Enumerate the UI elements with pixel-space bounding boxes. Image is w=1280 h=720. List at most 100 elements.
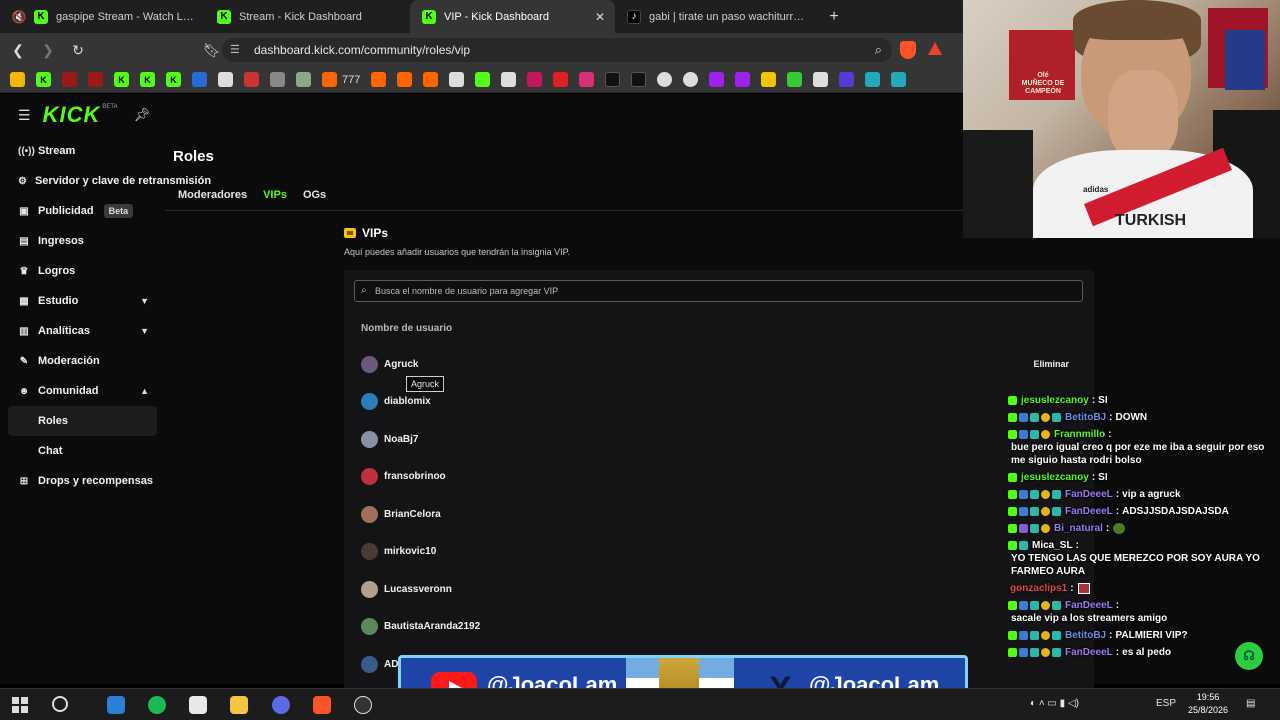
back-icon[interactable]: ❮ (6, 38, 30, 62)
url-field[interactable]: ☰ dashboard.kick.com/community/roles/vip… (222, 38, 892, 62)
username[interactable]: AD (384, 659, 398, 670)
close-tab-icon[interactable]: ✕ (595, 10, 605, 24)
bookmark-item-icon[interactable] (657, 72, 673, 87)
chat-username[interactable]: FanDeeeL (1065, 505, 1113, 518)
avatar[interactable] (361, 393, 378, 410)
file-explorer-icon[interactable] (230, 696, 248, 714)
sidebar-item-drops[interactable]: ⊞ Drops y recompensas (0, 466, 165, 496)
browser-tab-3[interactable]: ♪ gabi | tirate un paso wachiturros | Ti… (615, 0, 820, 33)
chat-username[interactable]: jesuslezcanoy (1021, 471, 1089, 484)
kick-bookmark-icon[interactable]: K (36, 72, 51, 87)
remove-button[interactable]: Eliminar (1033, 359, 1069, 369)
sidebar-item-community[interactable]: ☻ Comunidad ▲ (0, 376, 165, 406)
avatar[interactable] (361, 618, 378, 635)
sidebar-item-chat[interactable]: Chat (0, 436, 165, 466)
chat-username[interactable]: FanDeeeL (1065, 599, 1113, 612)
bookmark-item-icon[interactable] (88, 72, 103, 87)
avatar[interactable] (361, 580, 378, 598)
bookmark-item-icon[interactable] (397, 72, 413, 87)
language-indicator[interactable]: ESP (1156, 698, 1176, 709)
tab-ogs[interactable]: OGs (298, 186, 331, 204)
avatar[interactable] (361, 430, 378, 448)
browser-tab-2[interactable]: K VIP - Kick Dashboard ✕ (410, 0, 615, 33)
bookmark-item-icon[interactable] (839, 72, 855, 87)
chat-username[interactable]: Frannmillo (1054, 428, 1105, 441)
reload-icon[interactable]: ↻ (66, 38, 90, 62)
chat-username[interactable]: Bi_natural (1054, 522, 1103, 535)
avatar[interactable] (361, 355, 378, 373)
chat-username[interactable]: FanDeeeL (1065, 488, 1113, 501)
bookmark-item-icon[interactable] (423, 72, 439, 87)
bookmark-item-icon[interactable] (322, 72, 337, 87)
kick-logo[interactable]: KICK (43, 102, 101, 128)
sidebar-item-achievements[interactable]: ♛ Logros (0, 256, 165, 286)
kick-bookmark-icon[interactable]: K (166, 72, 181, 87)
username[interactable]: fransobrinoo (384, 471, 446, 482)
search-icon[interactable] (52, 696, 68, 712)
sidebar-item-income[interactable]: ▤ Ingresos (0, 226, 165, 256)
bookmark-item-icon[interactable] (527, 72, 543, 87)
sidebar-item-roles[interactable]: Roles (8, 406, 157, 436)
avatar[interactable] (361, 505, 378, 523)
capcut-icon[interactable] (189, 696, 207, 714)
sidebar-item-studio[interactable]: ▦ Estudio ▼ (0, 286, 165, 316)
site-info-icon[interactable]: ☰ (230, 43, 244, 57)
chat-username[interactable]: FanDeeeL (1065, 646, 1113, 659)
bookmark-item-icon[interactable] (735, 72, 751, 87)
tab-vips[interactable]: VIPs (258, 186, 292, 204)
bookmark-item-icon[interactable] (244, 72, 259, 87)
bookmark-item-icon[interactable] (787, 72, 803, 87)
bookmark-item-icon[interactable] (218, 72, 233, 87)
bookmark-item-icon[interactable] (270, 72, 285, 87)
avatar[interactable] (361, 543, 378, 560)
windows-start-icon[interactable] (12, 697, 28, 713)
browser-tab-1[interactable]: K Stream - Kick Dashboard (205, 0, 410, 33)
username[interactable]: BrianCelora (384, 509, 441, 520)
tab-moderators[interactable]: Moderadores (173, 186, 252, 204)
kick-bookmark-icon[interactable]: K (140, 72, 155, 87)
support-chat-button[interactable]: ☊ (1235, 642, 1263, 670)
chat-username[interactable]: Mica_SL (1032, 539, 1073, 552)
browser-tab-0[interactable]: 🔇 K gaspipe Stream - Watch Live on Kick (0, 0, 205, 33)
username[interactable]: diablomix (384, 396, 431, 407)
username[interactable]: NoaBj7 (384, 434, 418, 445)
new-tab-button[interactable]: + (820, 0, 848, 33)
pin-icon[interactable]: 📌︎ (134, 107, 151, 123)
avatar[interactable] (361, 468, 378, 485)
sidebar-item-server[interactable]: ⚙︎ Servidor y clave de retransmisión (0, 166, 211, 196)
sidebar-item-stream[interactable]: ((•)) Stream (0, 136, 165, 166)
sidebar-item-analytics[interactable]: ▥ Analíticas ▼ (0, 316, 165, 346)
obs-icon[interactable] (354, 696, 372, 714)
bookmark-item-icon[interactable] (62, 72, 77, 87)
chat-username[interactable]: BetitoBJ (1065, 629, 1106, 642)
bookmark-item-icon[interactable] (891, 72, 907, 87)
sidebar-item-ads[interactable]: ▣ Publicidad Beta (0, 196, 165, 226)
bookmark-label[interactable]: 777 (342, 74, 360, 86)
forward-icon[interactable]: ❯ (36, 38, 60, 62)
chat-username[interactable]: BetitoBJ (1065, 411, 1106, 424)
instagram-bookmark-icon[interactable] (579, 72, 595, 87)
username[interactable]: Lucassveronn (384, 584, 452, 595)
sidebar-item-moderation[interactable]: ✎ Moderación (0, 346, 165, 376)
bookmark-item-icon[interactable] (475, 72, 491, 87)
bookmark-item-icon[interactable] (371, 72, 387, 87)
bookmark-item-icon[interactable] (501, 72, 517, 87)
bookmark-item-icon[interactable] (761, 72, 777, 87)
chat-username[interactable]: jesuslezcanoy (1021, 394, 1089, 407)
clock[interactable]: 19:56 25/8/2026 (1188, 691, 1228, 717)
youtube-bookmark-icon[interactable] (553, 72, 569, 87)
bookmark-item-icon[interactable] (10, 72, 25, 87)
notifications-icon[interactable]: ▤ (1246, 698, 1255, 709)
bookmark-item-icon[interactable] (192, 72, 207, 87)
bookmark-icon[interactable]: 🔖︎ (200, 38, 224, 62)
avatar[interactable] (361, 655, 378, 673)
spotify-icon[interactable] (148, 696, 166, 714)
edge-icon[interactable] (107, 696, 125, 714)
menu-icon[interactable]: ☰ (18, 107, 31, 124)
username[interactable]: mirkovic10 (384, 546, 436, 557)
tray-icons[interactable]: ◐ ˄ ▭ ▮ ◁) (1030, 698, 1079, 709)
x-bookmark-icon[interactable] (631, 72, 647, 87)
bookmark-item-icon[interactable] (865, 72, 881, 87)
mute-icon[interactable]: 🔇 (12, 10, 27, 24)
bookmark-item-icon[interactable] (449, 72, 465, 87)
